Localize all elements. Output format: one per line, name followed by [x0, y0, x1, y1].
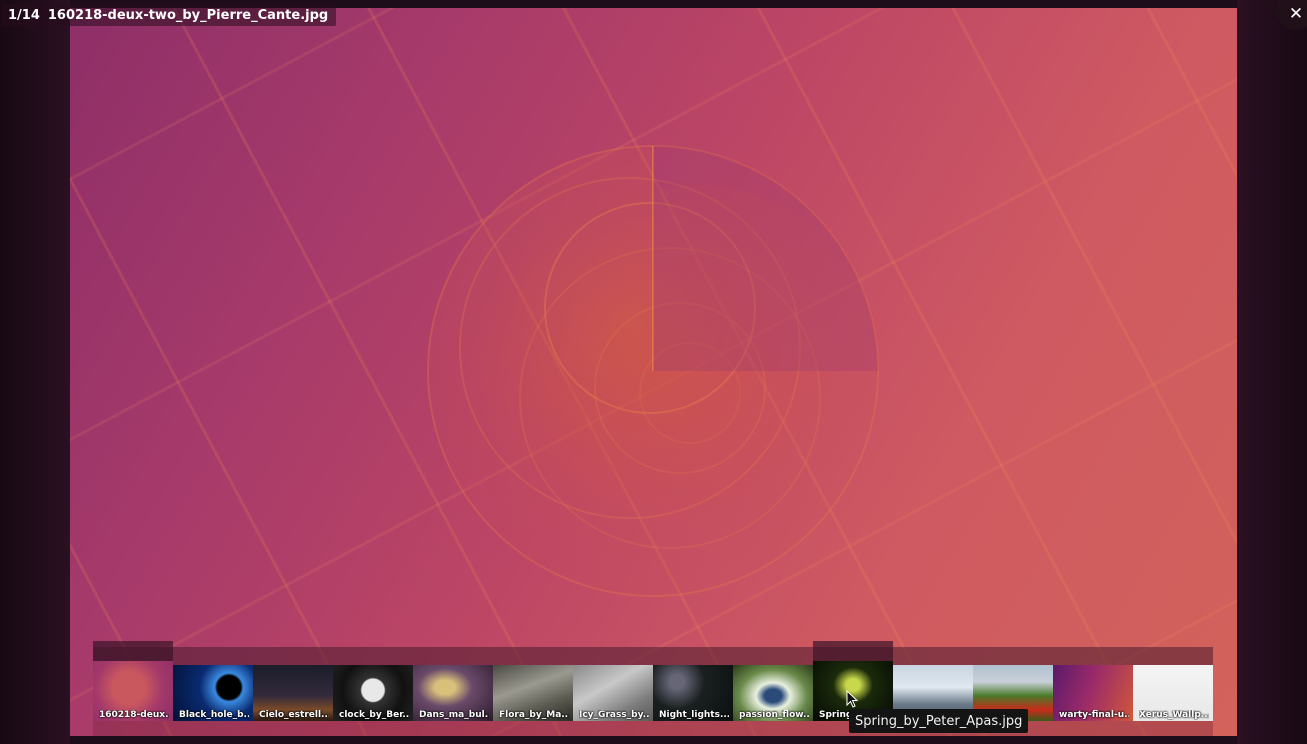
image-info: 1/14 160218-deux-two_by_Pierre_Cante.jpg: [2, 4, 337, 26]
thumbnail-caption: Xerus_Wallp...: [1139, 710, 1209, 720]
thumbnail-caption: Cielo_estrell...: [259, 710, 329, 720]
thumbnail-icy-grass[interactable]: Icy_Grass_by...: [573, 665, 653, 721]
image-filename: 160218-deux-two_by_Pierre_Cante.jpg: [47, 7, 329, 23]
thumbnail-xerus[interactable]: Xerus_Wallp...: [1133, 665, 1213, 721]
thumbnail-night-lights[interactable]: Night_lights...: [653, 665, 733, 721]
mouse-cursor-icon: [846, 690, 859, 708]
thumbnail-active-marker: [93, 641, 173, 661]
thumbnail-warty-final[interactable]: warty-final-u...: [1053, 665, 1133, 721]
thumbnail-strip: 160218-deux... Black_hole_b... Cielo_est…: [93, 641, 1213, 736]
thumbnail-caption: warty-final-u...: [1059, 710, 1129, 720]
thumbnail-cielo[interactable]: Cielo_estrell...: [253, 665, 333, 721]
thumbnail-caption: Black_hole_b...: [179, 710, 249, 720]
thumbnail-flora[interactable]: Flora_by_Ma...: [493, 665, 573, 721]
thumbnail-tooltip: Spring_by_Peter_Apas.jpg: [849, 709, 1029, 733]
backdrop-right: [1237, 0, 1307, 744]
thumbnail-caption: Icy_Grass_by...: [579, 710, 649, 720]
thumbnail-black-hole[interactable]: Black_hole_b...: [173, 665, 253, 721]
image-counter: 1/14: [8, 7, 40, 23]
close-icon: ✕: [1288, 4, 1304, 24]
thumbnail-passion-flower[interactable]: passion_flow...: [733, 665, 813, 721]
thumbnail-160218-deux[interactable]: 160218-deux...: [93, 661, 173, 721]
thumbnail-dans-ma-bulle[interactable]: Dans_ma_bul...: [413, 665, 493, 721]
backdrop-left: [0, 0, 70, 744]
spiral-artwork: [427, 145, 879, 597]
main-image[interactable]: [70, 8, 1237, 736]
thumbnail-caption: Night_lights...: [659, 710, 729, 720]
thumbnail-strip-background: [93, 647, 1213, 667]
thumbnail-caption: clock_by_Ber...: [339, 710, 409, 720]
thumbnail-caption: Dans_ma_bul...: [419, 710, 489, 720]
thumbnail-caption: 160218-deux...: [99, 710, 169, 720]
thumbnail-caption: Flora_by_Ma...: [499, 710, 569, 720]
thumbnail-clock[interactable]: clock_by_Ber...: [333, 665, 413, 721]
thumbnail-caption: passion_flow...: [739, 710, 809, 720]
